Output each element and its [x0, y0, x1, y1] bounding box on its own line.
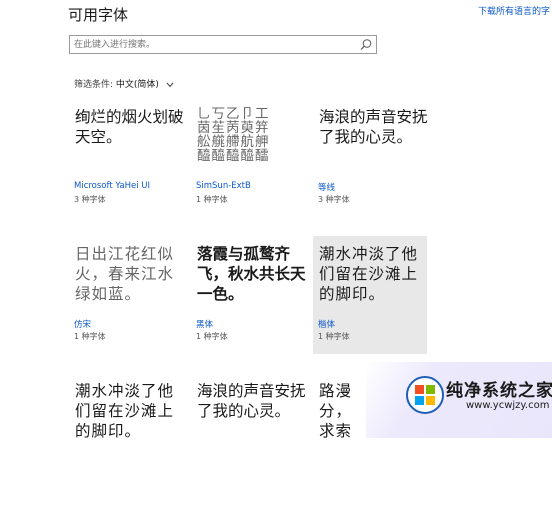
- font-card-microsoft-yahei[interactable]: 绚烂的烟火划破天空。 Microsoft YaHei UI 3 种字体: [72, 104, 186, 238]
- font-count: 1 种字体: [196, 195, 228, 204]
- font-card-dengxian[interactable]: 海浪的声音安抚了我的心灵。 等线 3 种字体: [316, 104, 430, 238]
- font-name: 等线: [318, 183, 336, 193]
- search-box[interactable]: [69, 35, 377, 54]
- font-name: 黑体: [196, 320, 214, 330]
- font-preview: 海浪的声音安抚了我的心灵。: [197, 382, 306, 420]
- font-name: SimSun-ExtB: [196, 181, 251, 191]
- font-name: 楷体: [318, 320, 336, 330]
- font-card-kaiti-2[interactable]: 潮水冲淡了他们留在沙滩上的脚印。: [72, 378, 186, 512]
- watermark-url: www.ycwjzy.com: [466, 400, 550, 411]
- font-count: 3 种字体: [74, 195, 106, 204]
- font-preview: 潮水冲淡了他们留在沙滩上的脚印。: [319, 245, 419, 303]
- top-bar: 可用字体 下载所有语言的字: [0, 0, 552, 28]
- font-preview: 落霞与孤鹜齐飞，秋水共长天一色。: [197, 245, 306, 303]
- download-all-languages-link[interactable]: 下载所有语言的字: [478, 4, 552, 17]
- windows-logo-icon: [406, 376, 444, 414]
- watermark: 纯净系统之家 www.ycwjzy.com: [366, 362, 552, 438]
- font-count: 1 种字体: [318, 332, 350, 341]
- filter-label: 筛选条件:: [74, 80, 114, 90]
- filter-language-dropdown[interactable]: 中文(简体): [116, 80, 159, 90]
- font-card-fangsong[interactable]: 日出江花红似火，春来江水绿如蓝。 仿宋 1 种字体: [72, 241, 186, 375]
- font-preview: 日出江花红似火，春来江水绿如蓝。: [75, 245, 175, 303]
- font-preview: 路漫分，求索: [319, 382, 353, 440]
- watermark-text: 纯净系统之家: [446, 381, 552, 401]
- font-count: 3 种字体: [318, 195, 350, 204]
- font-name: 仿宋: [74, 320, 92, 330]
- font-card-simsun-extb[interactable]: 乚丂乙卩工 茵苼苪萸笄 舩艞艜航舺 醯醯醯醯醽 SimSun-ExtB 1 种字…: [194, 104, 308, 238]
- search-icon[interactable]: [359, 38, 373, 52]
- search-input[interactable]: [74, 38, 354, 51]
- font-count: 1 种字体: [74, 332, 106, 341]
- page-title: 可用字体: [68, 6, 129, 24]
- font-card-heiti[interactable]: 落霞与孤鹜齐飞，秋水共长天一色。 黑体 1 种字体: [194, 241, 308, 375]
- font-preview: 潮水冲淡了他们留在沙滩上的脚印。: [75, 382, 175, 440]
- font-card-kaiti[interactable]: 潮水冲淡了他们留在沙滩上的脚印。 楷体 1 种字体: [313, 236, 427, 354]
- filter-row[interactable]: 筛选条件: 中文(简体): [74, 77, 174, 90]
- font-preview: 海浪的声音安抚了我的心灵。: [319, 108, 428, 146]
- font-preview: 绚烂的烟火划破天空。: [75, 108, 184, 146]
- font-preview: 乚丂乙卩工 茵苼苪萸笄 舩艞艜航舺 醯醯醯醯醽: [197, 107, 270, 163]
- font-count: 1 种字体: [196, 332, 228, 341]
- font-card-dengxian-2[interactable]: 海浪的声音安抚了我的心灵。: [194, 378, 308, 512]
- font-name: Microsoft YaHei UI: [74, 181, 151, 191]
- chevron-down-icon[interactable]: [166, 82, 174, 88]
